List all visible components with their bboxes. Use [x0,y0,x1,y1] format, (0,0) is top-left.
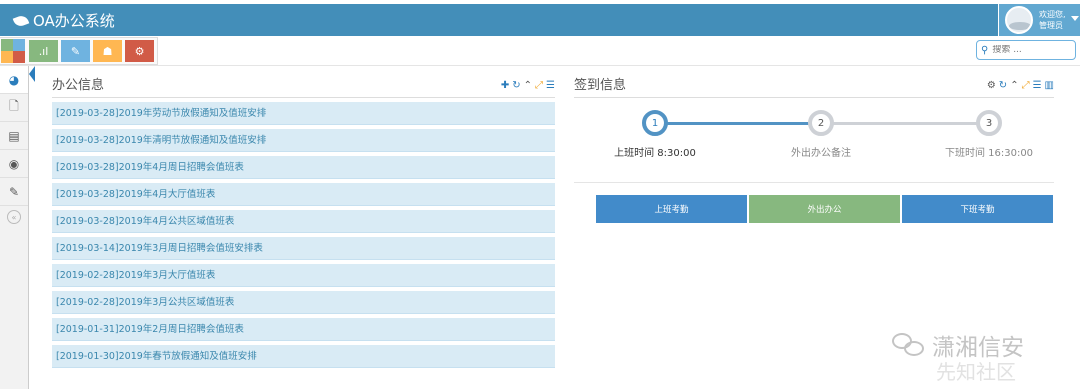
list-item[interactable]: [2019-03-28]2019年清明节放假通知及值班安排 [52,129,555,152]
divider [0,65,1080,66]
sidebar-item-edit[interactable]: ✎ [0,178,28,206]
edit-icon: ✎ [8,184,20,199]
list-item[interactable]: [2019-01-30]2019年春节放假通知及值班安排 [52,345,555,368]
cogs-icon: ⚙ [134,44,145,58]
cogs-shortcut-button[interactable]: ⚙ [125,40,154,62]
sign-steps: 1 上班时间 8:30:00 2 外出办公备注 3 下班时间 16:30:00 [574,102,1054,172]
search-box: ⚲ [976,40,1076,60]
brand[interactable]: OA办公系统 [12,10,115,31]
wechat-icon [892,333,926,357]
app-title: OA办公系统 [33,12,115,30]
collapse-icon[interactable]: ⌃ [1010,80,1018,91]
user-info: 欢迎您, 管理员 [1039,9,1066,31]
sidebar-item-list[interactable]: ▤ [0,122,28,150]
step-1-circle: 1 [642,110,668,136]
eye-icon: ◉ [8,156,20,171]
refresh-icon[interactable]: ↻ [999,80,1007,91]
plus-icon[interactable]: ✚ [501,80,509,91]
office-info-list: [2019-03-28]2019年劳动节放假通知及值班安排 [2019-03-28… [52,102,555,368]
list-item[interactable]: [2019-03-28]2019年劳动节放假通知及值班安排 [52,102,555,125]
refresh-icon[interactable]: ↻ [512,80,520,91]
active-indicator [29,66,35,82]
signal-icon: .ıl [38,44,49,58]
list-item[interactable]: [2019-01-31]2019年2月周日招聘会值班表 [52,318,555,341]
clock-out-button[interactable]: 下班考勤 [902,195,1053,223]
file-icon: 🗋 [9,99,19,113]
avatar [1005,6,1033,34]
collapse-sidebar-icon[interactable]: « [7,210,21,224]
list-icon[interactable]: ☰ [546,80,555,91]
sidebar-item-dashboard[interactable]: ◕ [0,66,28,94]
user-greeting: 欢迎您, [1039,10,1066,19]
dashboard-icon: ◕ [8,72,20,87]
navbar: OA办公系统 欢迎您, 管理员 [0,4,1080,36]
list-item[interactable]: [2019-02-28]2019年3月大厅值班表 [52,264,555,287]
user-name: 管理员 [1039,21,1063,30]
gear-icon[interactable]: ⚙ [987,80,996,91]
widget-toolbar: ✚ ↻ ⌃ ⤢ ☰ [501,80,555,91]
out-of-office-button[interactable]: 外出办公 [749,195,900,223]
step-1-label: 上班时间 8:30:00 [614,148,696,159]
office-info-widget: 办公信息 ✚ ↻ ⌃ ⤢ ☰ [2019-03-28]2019年劳动节放假通知及… [52,74,555,372]
sign-info-widget: 签到信息 ⚙ ↻ ⌃ ⤢ ☰ ▥ 1 上班时间 8:30:00 2 外出办公备注 3 下班… [574,74,1054,223]
list-item[interactable]: [2019-03-14]2019年3月周日招聘会值班安排表 [52,237,555,260]
pencil-shortcut-button[interactable]: ✎ [61,40,90,62]
list-item[interactable]: [2019-03-28]2019年4月公共区域值班表 [52,210,555,233]
signal-shortcut-button[interactable]: .ıl [29,40,58,62]
search-input[interactable] [992,45,1073,55]
pencil-icon: ✎ [70,44,81,58]
collapse-icon[interactable]: ⌃ [524,80,532,91]
list-item[interactable]: [2019-03-28]2019年4月周日招聘会值班表 [52,156,555,179]
attendance-buttons: 上班考勤 外出办公 下班考勤 [574,195,1054,223]
list-item[interactable]: [2019-03-28]2019年4月大厅值班表 [52,183,555,206]
progress-fill [655,122,822,125]
list-icon: ▤ [8,128,20,143]
list-icon[interactable]: ☰ [1033,80,1042,91]
users-shortcut-button[interactable]: ☗ [93,40,122,62]
shortcuts-grid-icon[interactable] [0,38,26,64]
caret-down-icon [1071,16,1079,21]
user-menu[interactable]: 欢迎您, 管理员 [998,4,1080,36]
list-item[interactable]: [2019-02-28]2019年3月公共区域值班表 [52,291,555,314]
step-2-circle: 2 [808,110,834,136]
users-icon: ☗ [102,44,113,58]
sidebar: ◕ 🗋 ▤ ◉ ✎ « [0,66,29,389]
clock-in-button[interactable]: 上班考勤 [596,195,747,223]
office-info-title: 办公信息 [52,74,555,98]
step-3-circle: 3 [976,110,1002,136]
sidebar-item-file[interactable]: 🗋 [0,94,28,122]
widget-toolbar: ⚙ ↻ ⌃ ⤢ ☰ ▥ [987,80,1054,91]
sidebar-item-eye[interactable]: ◉ [0,150,28,178]
search-icon: ⚲ [981,44,989,56]
shortcuts-bar: .ıl ✎ ☗ ⚙ [0,37,158,65]
bar-chart-icon[interactable]: ▥ [1045,80,1054,91]
step-3-label: 下班时间 16:30:00 [944,148,1034,159]
watermark-sub-text: 先知社区 [936,360,1016,384]
leaf-icon [12,13,30,28]
expand-icon[interactable]: ⤢ [1022,80,1030,91]
sign-info-title: 签到信息 [574,74,1054,98]
step-2-label: 外出办公备注 [791,148,851,159]
expand-icon[interactable]: ⤢ [535,80,543,91]
divider [574,182,1054,183]
